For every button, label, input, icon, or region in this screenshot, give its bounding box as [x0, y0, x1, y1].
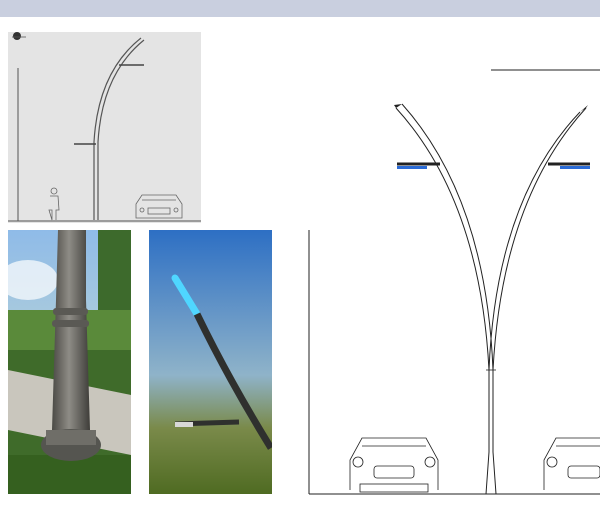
person-silhouette-icon — [48, 187, 60, 221]
car-front-right-icon — [543, 437, 600, 490]
car-front-outline-icon — [135, 194, 183, 219]
side-elevation-sketch — [8, 32, 201, 223]
left-luminaire-icon — [397, 162, 440, 169]
luminaire-head-photo — [149, 230, 272, 494]
front-elevation-drawing — [300, 60, 600, 508]
header-band — [0, 0, 600, 17]
right-luminaire-icon — [548, 162, 590, 169]
scale-marker-icon — [13, 32, 21, 40]
car-front-left-icon — [349, 437, 439, 493]
pole-base-photo — [8, 230, 131, 494]
